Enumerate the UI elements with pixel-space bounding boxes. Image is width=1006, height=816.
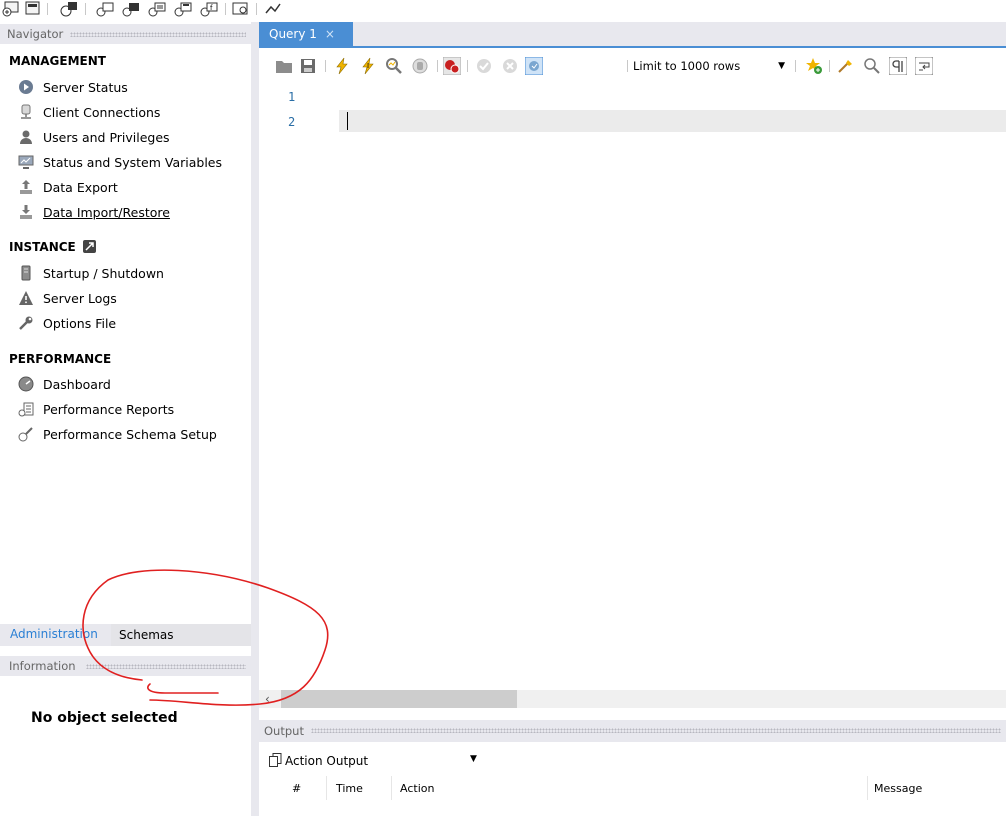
current-line-highlight (339, 110, 1006, 132)
navigator-tabs: Administration Schemas (0, 624, 251, 646)
text-caret (347, 112, 348, 130)
monitor-icon (18, 155, 34, 169)
create-schema-icon[interactable] (96, 1, 114, 17)
new-connection-icon[interactable] (2, 1, 20, 17)
output-header: Output (259, 720, 1006, 742)
stop-icon[interactable] (411, 57, 429, 75)
instance-heading: INSTANCE (9, 240, 96, 254)
import-icon (20, 205, 32, 219)
create-view-icon[interactable] (148, 1, 166, 17)
nav-item-status-system-variables[interactable]: Status and System Variables (18, 151, 222, 173)
query-tab-bar: Query 1 × (259, 22, 1006, 46)
management-heading: MANAGEMENT (9, 54, 106, 68)
reports-icon (18, 402, 34, 417)
sql-editor[interactable]: 1 2 (259, 84, 1006, 690)
user-icon (20, 130, 32, 144)
create-procedure-icon[interactable] (174, 1, 192, 17)
nav-item-data-import-restore[interactable]: Data Import/Restore (18, 201, 170, 223)
column-header-number[interactable]: # (292, 782, 301, 795)
tab-query-1[interactable]: Query 1 × (259, 22, 353, 46)
close-tab-icon[interactable]: × (325, 27, 335, 41)
line-number: 1 (288, 90, 296, 104)
toggle-stop-on-error-icon[interactable] (443, 57, 461, 75)
rollback-icon[interactable] (501, 57, 519, 75)
nav-item-options-file[interactable]: Options File (18, 312, 116, 334)
copy-icon[interactable] (269, 753, 282, 767)
column-header-time[interactable]: Time (336, 782, 363, 795)
scroll-left-icon[interactable]: ‹ (265, 692, 270, 706)
tab-administration[interactable]: Administration (10, 627, 98, 641)
no-object-selected-text: No object selected (31, 710, 178, 726)
client-connections-icon (21, 104, 31, 119)
execute-current-icon[interactable]: I (359, 57, 377, 75)
line-number: 2 (288, 115, 296, 129)
navigator-header: Navigator (0, 24, 251, 44)
play-circle-icon (19, 80, 33, 94)
commit-icon[interactable] (475, 57, 493, 75)
output-table-header: # Time Action Message (259, 776, 1006, 800)
show-invisibles-icon[interactable] (889, 57, 907, 75)
create-table-icon[interactable] (122, 1, 140, 17)
tab-schemas[interactable]: Schemas (111, 624, 251, 646)
search-table-data-icon[interactable] (232, 1, 250, 17)
word-wrap-icon[interactable] (915, 57, 933, 75)
export-icon (20, 180, 32, 194)
nav-item-performance-schema-setup[interactable]: Performance Schema Setup (18, 423, 217, 445)
reconnect-icon[interactable] (264, 1, 282, 17)
find-icon[interactable] (863, 57, 881, 75)
query-toolbar: I Limit to 1000 rows ▼ (259, 46, 1006, 84)
open-sql-script-icon[interactable] (24, 1, 42, 17)
beautify-icon[interactable] (837, 57, 855, 75)
svg-text:I: I (367, 62, 369, 70)
warning-icon (19, 291, 33, 305)
main-toolbar: f (0, 0, 1006, 22)
editor-horizontal-scrollbar[interactable]: ‹ (259, 690, 1006, 708)
panel-splitter[interactable] (251, 22, 259, 816)
toggle-autocommit-icon[interactable] (525, 57, 543, 75)
nav-item-performance-reports[interactable]: Performance Reports (18, 398, 174, 420)
nav-item-server-status[interactable]: Server Status (18, 76, 128, 98)
save-icon[interactable] (299, 57, 317, 75)
server-icon (21, 265, 31, 281)
nav-item-users-and-privileges[interactable]: Users and Privileges (18, 126, 170, 148)
dashboard-icon (18, 376, 34, 392)
nav-item-data-export[interactable]: Data Export (18, 176, 118, 198)
column-header-action[interactable]: Action (400, 782, 434, 795)
wrench-icon (19, 316, 33, 330)
chevron-down-icon: ▼ (470, 754, 477, 764)
output-type-select[interactable]: Action Output ▼ (259, 748, 499, 774)
navigator-panel: MANAGEMENT Server Status Client Connecti… (0, 44, 251, 624)
schema-setup-icon (18, 427, 33, 442)
limit-rows-select[interactable]: Limit to 1000 rows ▼ (633, 56, 789, 76)
add-snippet-icon[interactable] (805, 57, 823, 75)
performance-heading: PERFORMANCE (9, 352, 112, 366)
instance-settings-icon[interactable] (82, 240, 96, 253)
open-file-icon[interactable] (275, 57, 293, 75)
create-function-icon[interactable]: f (200, 1, 218, 17)
information-header: Information (0, 656, 251, 676)
scrollbar-thumb[interactable] (281, 690, 517, 708)
sql-editor-icon[interactable] (60, 1, 78, 17)
column-header-message[interactable]: Message (874, 782, 922, 795)
execute-icon[interactable] (333, 57, 351, 75)
nav-item-client-connections[interactable]: Client Connections (18, 101, 160, 123)
explain-icon[interactable] (385, 57, 403, 75)
nav-item-startup-shutdown[interactable]: Startup / Shutdown (18, 262, 164, 284)
nav-item-dashboard[interactable]: Dashboard (18, 373, 111, 395)
nav-item-server-logs[interactable]: Server Logs (18, 287, 117, 309)
chevron-down-icon: ▼ (778, 61, 785, 71)
